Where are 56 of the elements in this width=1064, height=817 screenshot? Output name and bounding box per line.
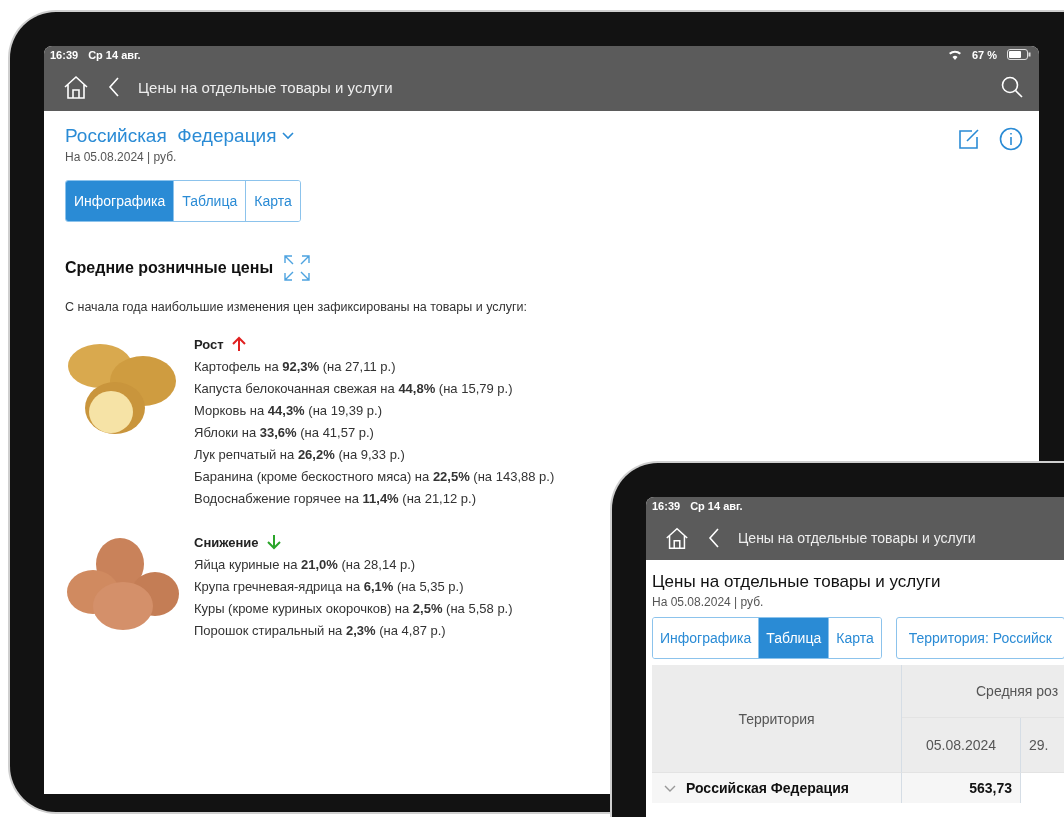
back-button[interactable] xyxy=(108,76,120,98)
status-time: 16:39 xyxy=(652,500,681,512)
column-header: 29. xyxy=(1021,718,1064,773)
group-label: Рост xyxy=(194,336,224,352)
edit-icon xyxy=(957,127,981,151)
expand-button[interactable] xyxy=(283,254,312,282)
search-button[interactable] xyxy=(1001,76,1023,98)
column-header: Средняя роз xyxy=(902,665,1064,718)
nav-title: Цены на отдельные товары и услуги xyxy=(138,78,393,96)
column-header: Территория xyxy=(652,665,902,773)
back-button[interactable] xyxy=(708,526,720,549)
price-change-text: Морковь на 44,3% (на 19,39 р.) xyxy=(194,403,383,418)
price-change-text: Куры (кроме куриных окорочков) на 2,5% (на 5,58 р.) xyxy=(194,601,513,616)
back-icon xyxy=(708,526,720,549)
price-change-text: Баранина (кроме бескостного мяса) на 22,5% (на 143,88 р.) xyxy=(194,469,555,484)
info-icon xyxy=(999,127,1023,151)
chevron-down-icon xyxy=(282,132,295,140)
edit-button[interactable] xyxy=(957,127,981,151)
date-subtitle: На 05.08.2024 | руб. xyxy=(652,595,765,609)
group-label: Снижение xyxy=(194,534,259,550)
wifi-icon xyxy=(947,49,962,60)
view-tab[interactable]: Инфографика xyxy=(66,181,174,221)
price-change-text: Картофель на 92,3% (на 27,11 р.) xyxy=(194,359,397,374)
view-tab[interactable]: Таблица xyxy=(758,618,829,658)
home-button[interactable] xyxy=(62,73,90,101)
region-selector[interactable]: Российская Федерация xyxy=(65,125,295,147)
price-change-text: Лук репчатый на 26,2% (на 9,33 р.) xyxy=(194,447,406,462)
price-change-text: Капуста белокочанная свежая на 44,8% (на 15,79 р.) xyxy=(194,381,514,396)
back-icon xyxy=(108,76,120,98)
price-change-text: Крупа гречневая-ядрица на 6,1% (на 5,35 р.) xyxy=(194,579,465,594)
price-change-text: Яблоки на 33,6% (на 41,57 р.) xyxy=(194,425,375,440)
intro-text: С начала года наибольшие изменения цен зафиксированы на товары и услуги: xyxy=(65,300,529,314)
search-icon xyxy=(1001,76,1023,98)
price-change-text: Яйца куриные на 21,0% (на 28,14 р.) xyxy=(194,557,417,572)
view-tab[interactable]: Карта xyxy=(245,181,300,221)
row-name: Российская Федерация xyxy=(686,780,849,796)
date-subtitle: На 05.08.2024 | руб. xyxy=(65,150,178,164)
table-cell: 563,73 xyxy=(902,773,1021,803)
territory-filter-button[interactable]: Территория: Российск xyxy=(895,617,1064,659)
battery-icon xyxy=(1007,49,1031,60)
column-header: 05.08.2024 xyxy=(902,718,1021,773)
view-tab[interactable]: Карта xyxy=(828,618,881,658)
home-icon xyxy=(62,73,90,101)
status-time: 16:39 xyxy=(50,48,79,61)
info-button[interactable] xyxy=(999,127,1023,151)
status-date: Ср 14 авг. xyxy=(690,500,743,512)
page-heading: Цены на отдельные товары и услуги xyxy=(652,572,942,592)
price-change-text: Порошок стиральный на 2,3% (на 4,87 р.) xyxy=(194,623,447,638)
arrow-down-icon xyxy=(266,534,281,550)
battery-percent: 67 % xyxy=(971,48,997,61)
expand-icon xyxy=(283,254,312,282)
section-title: Средние розничные цены xyxy=(65,259,274,277)
nav-title: Цены на отдельные товары и услуги xyxy=(738,529,976,546)
status-date: Ср 14 авг. xyxy=(88,48,141,61)
arrow-up-icon xyxy=(231,336,246,352)
price-change-text: Водоснабжение горячее на 11,4% (на 21,12 р.) xyxy=(194,491,477,506)
